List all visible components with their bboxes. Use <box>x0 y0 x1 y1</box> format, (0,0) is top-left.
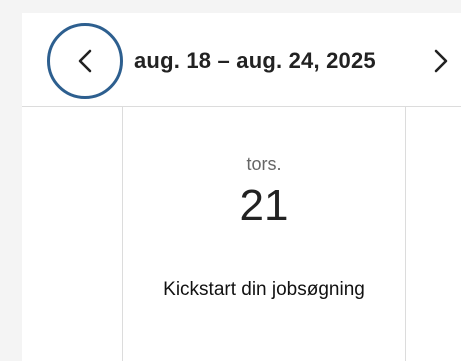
next-week-button[interactable] <box>421 37 461 85</box>
week-calendar: aug. 18 – aug. 24, 2025 tors. 21 Kicksta… <box>22 13 461 361</box>
chevron-right-icon <box>434 49 448 73</box>
day-number: 21 <box>239 181 289 230</box>
weekday-label: tors. <box>246 154 282 174</box>
previous-week-button[interactable] <box>47 23 123 99</box>
day-column-thursday: tors. 21 Kickstart din jobsøgning <box>123 107 405 361</box>
week-header: aug. 18 – aug. 24, 2025 <box>22 13 461 107</box>
column-divider <box>405 107 406 361</box>
calendar-event[interactable]: Kickstart din jobsøgning <box>123 277 405 303</box>
chevron-left-icon <box>78 49 92 73</box>
date-range-label: aug. 18 – aug. 24, 2025 <box>134 48 376 73</box>
